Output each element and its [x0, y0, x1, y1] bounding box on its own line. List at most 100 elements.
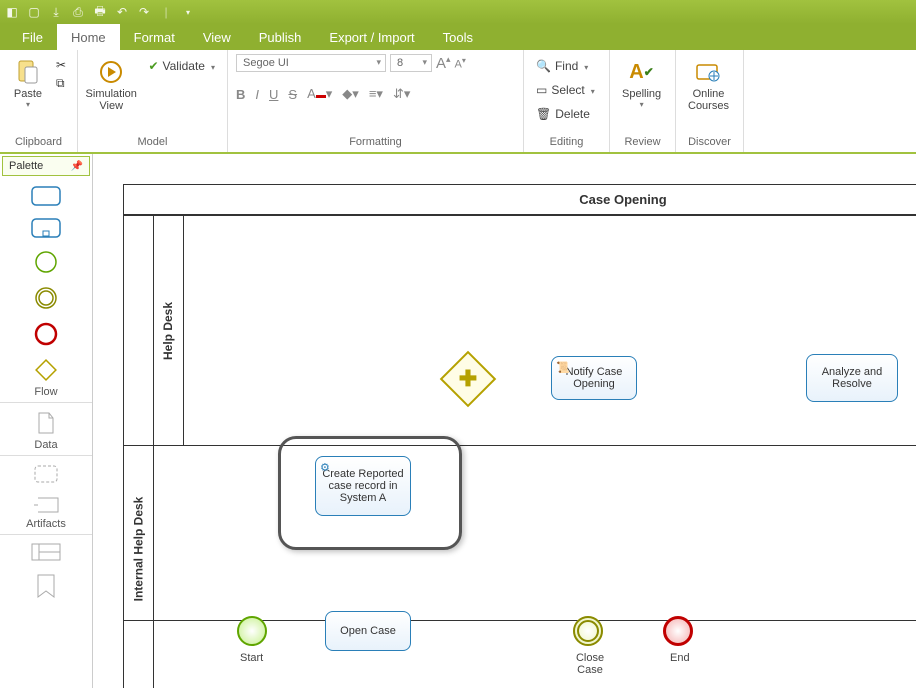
group-label-discover: Discover	[684, 134, 735, 150]
tab-view[interactable]: View	[189, 24, 245, 50]
end-event[interactable]	[663, 616, 693, 646]
palette-lane-shape[interactable]	[0, 565, 92, 603]
copy-icon[interactable]: ⧉	[56, 76, 66, 91]
spelling-caret-icon: ▾	[640, 100, 644, 109]
validate-caret-icon	[209, 59, 215, 73]
diagram-canvas[interactable]: Case Opening Internal Help Desk Help Des…	[93, 154, 916, 688]
simulation-view-button[interactable]: Simulation View	[86, 54, 136, 112]
tab-format[interactable]: Format	[120, 24, 189, 50]
close-case-event[interactable]	[573, 616, 603, 646]
palette-header[interactable]: Palette 📌	[2, 156, 90, 176]
print-icon[interactable]: 🖶	[92, 4, 108, 20]
font-size-select[interactable]: 8▾	[390, 54, 432, 72]
delete-button[interactable]: 🗑Delete	[532, 106, 599, 122]
spelling-button[interactable]: A✔ Spelling ▾	[618, 54, 665, 109]
delete-icon: 🗑	[536, 107, 551, 121]
fill-color-icon[interactable]: ◆▾	[342, 86, 359, 102]
lane-help-desk[interactable]: Help Desk	[124, 215, 916, 445]
find-button[interactable]: 🔍Find	[532, 58, 599, 74]
shrink-font-icon[interactable]: A▾	[455, 56, 466, 71]
palette-data-label: Data	[34, 439, 57, 451]
lane-two[interactable]	[124, 445, 916, 620]
select-button[interactable]: ▭Select	[532, 82, 599, 98]
paste-button[interactable]: Paste ▾	[8, 54, 48, 109]
tab-export-import[interactable]: Export / Import	[315, 24, 428, 50]
palette-gateway-shape[interactable]: Flow	[0, 350, 92, 402]
task-create-record[interactable]: ⚙ Create Reported case record in System …	[315, 456, 411, 516]
service-task-icon: ⚙	[320, 461, 330, 474]
task-open-case[interactable]: Open Case	[325, 611, 411, 651]
palette-panel: Palette 📌 Flow Data Artifacts	[0, 154, 93, 688]
select-icon: ▭	[536, 83, 547, 97]
ribbon-group-formatting: Segoe UI▾ 8▾ A▴ A▾ B I U S A▾ ◆▾ ≡▾ ⇵▾ F…	[228, 50, 524, 152]
task-notify[interactable]: 📜 Notify Case Opening	[551, 356, 637, 400]
lane-help-desk-label: Help Desk	[154, 216, 184, 445]
app-icon: ◧	[4, 4, 20, 20]
group-label-editing: Editing	[532, 134, 601, 150]
group-label-review: Review	[618, 134, 667, 150]
underline-icon[interactable]: U	[269, 87, 278, 102]
online-courses-button[interactable]: Online Courses	[684, 54, 733, 112]
ribbon-group-model: Simulation View ✔ Validate Model	[78, 50, 228, 152]
font-select[interactable]: Segoe UI▾	[236, 54, 386, 72]
palette-start-event-shape[interactable]	[0, 242, 92, 278]
strikethrough-icon[interactable]: S	[288, 87, 297, 102]
qat-dropdown-icon[interactable]: ▾	[180, 4, 196, 20]
ribbon-group-discover: Online Courses Discover	[676, 50, 744, 152]
validate-button[interactable]: ✔ Validate	[144, 58, 219, 74]
paste-label: Paste	[14, 88, 42, 100]
redo-icon[interactable]: ↷	[136, 4, 152, 20]
online-courses-label: Online Courses	[688, 88, 729, 112]
grow-font-icon[interactable]: A▴	[436, 54, 451, 72]
task-analyze-resolve[interactable]: Analyze and Resolve	[806, 354, 898, 402]
align-icon[interactable]: ≡▾	[369, 86, 383, 102]
palette-title: Palette	[9, 160, 43, 172]
parallel-gateway[interactable]: ✚	[448, 359, 488, 399]
bold-icon[interactable]: B	[236, 87, 245, 102]
font-color-icon[interactable]: A▾	[307, 86, 332, 102]
ribbon-group-clipboard: Paste ▾ ✂ ⧉ Clipboard	[0, 50, 78, 152]
palette-end-event-shape[interactable]	[0, 314, 92, 350]
paste-icon	[14, 58, 42, 86]
new-icon[interactable]: ▢	[26, 4, 42, 20]
palette-group-shape[interactable]	[0, 456, 92, 488]
end-event-label: End	[670, 652, 690, 664]
palette-pool-shape[interactable]	[0, 535, 92, 565]
quick-access-toolbar: ◧ ▢ ⤓ ⎙ 🖶 ↶ ↷ | ▾	[0, 0, 916, 24]
pin-icon[interactable]: 📌	[71, 161, 83, 172]
ribbon-tabs: File Home Format View Publish Export / I…	[0, 24, 916, 50]
simulation-view-label: Simulation View	[86, 88, 137, 112]
tab-file[interactable]: File	[8, 24, 57, 50]
palette-data-shape[interactable]: Data	[0, 403, 92, 455]
save-icon[interactable]: ⎙	[70, 4, 86, 20]
ribbon-group-editing: 🔍Find ▭Select 🗑Delete Editing	[524, 50, 610, 152]
script-task-icon: 📜	[556, 361, 570, 374]
start-event[interactable]	[237, 616, 267, 646]
pool[interactable]: Case Opening Internal Help Desk Help Des…	[123, 184, 916, 688]
palette-artifacts-label: Artifacts	[26, 518, 66, 530]
group-label-formatting: Formatting	[236, 134, 515, 150]
tab-home[interactable]: Home	[57, 24, 120, 50]
validate-label: Validate	[163, 59, 205, 73]
palette-intermediate-event-shape[interactable]	[0, 278, 92, 314]
palette-subprocess-shape[interactable]	[0, 210, 92, 242]
select-caret-icon	[589, 83, 595, 97]
qat-separator: |	[158, 4, 174, 20]
cut-icon[interactable]: ✂	[56, 58, 66, 72]
valign-icon[interactable]: ⇵▾	[393, 86, 410, 102]
palette-flow-label: Flow	[34, 386, 57, 398]
palette-annotation-shape[interactable]: Artifacts	[0, 488, 92, 534]
spelling-label: Spelling	[622, 88, 661, 100]
ribbon: Paste ▾ ✂ ⧉ Clipboard Simulation View ✔ …	[0, 50, 916, 154]
tab-tools[interactable]: Tools	[429, 24, 487, 50]
italic-icon[interactable]: I	[255, 87, 259, 102]
undo-icon[interactable]: ↶	[114, 4, 130, 20]
gateway-plus-icon: ✚	[448, 359, 488, 399]
paste-caret-icon: ▾	[26, 100, 30, 109]
palette-task-shape[interactable]	[0, 178, 92, 210]
pool-title: Case Opening	[124, 185, 916, 215]
find-caret-icon	[582, 59, 588, 73]
ribbon-group-review: A✔ Spelling ▾ Review	[610, 50, 676, 152]
open-icon[interactable]: ⤓	[48, 4, 64, 20]
tab-publish[interactable]: Publish	[245, 24, 316, 50]
